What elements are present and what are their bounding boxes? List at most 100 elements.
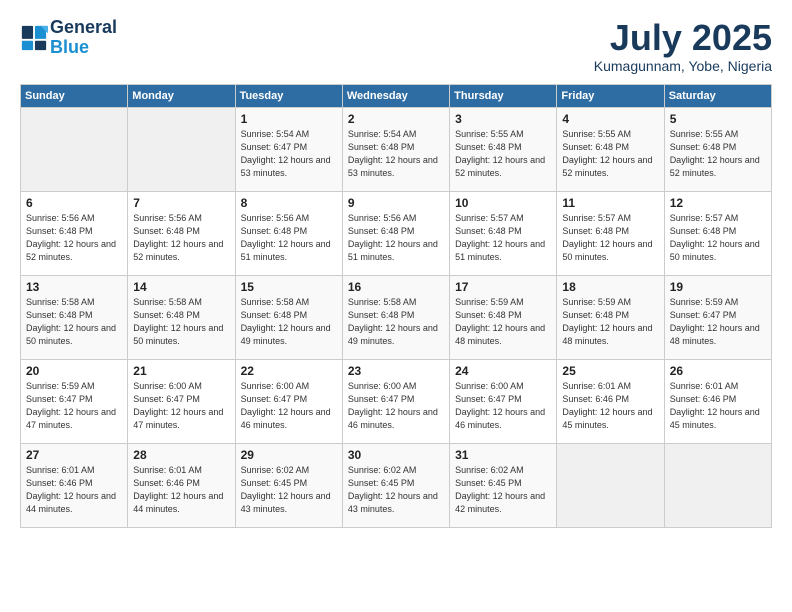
day-info: Sunrise: 5:59 AMSunset: 6:47 PMDaylight:… [670,296,766,348]
month-title: July 2025 [594,18,772,58]
calendar-cell: 21 Sunrise: 6:00 AMSunset: 6:47 PMDaylig… [128,359,235,443]
day-info: Sunrise: 5:59 AMSunset: 6:47 PMDaylight:… [26,380,122,432]
header: General Blue July 2025 Kumagunnam, Yobe,… [20,18,772,74]
calendar-cell: 9 Sunrise: 5:56 AMSunset: 6:48 PMDayligh… [342,191,449,275]
week-row-2: 6 Sunrise: 5:56 AMSunset: 6:48 PMDayligh… [21,191,772,275]
calendar-cell [128,107,235,191]
calendar-cell: 8 Sunrise: 5:56 AMSunset: 6:48 PMDayligh… [235,191,342,275]
calendar-cell: 16 Sunrise: 5:58 AMSunset: 6:48 PMDaylig… [342,275,449,359]
day-number: 1 [241,112,337,126]
day-info: Sunrise: 6:01 AMSunset: 6:46 PMDaylight:… [670,380,766,432]
calendar-cell: 20 Sunrise: 5:59 AMSunset: 6:47 PMDaylig… [21,359,128,443]
day-number: 14 [133,280,229,294]
day-number: 19 [670,280,766,294]
page: General Blue July 2025 Kumagunnam, Yobe,… [0,0,792,612]
calendar-cell [664,443,771,527]
calendar-cell: 5 Sunrise: 5:55 AMSunset: 6:48 PMDayligh… [664,107,771,191]
logo-blue: Blue [50,38,117,58]
day-info: Sunrise: 5:57 AMSunset: 6:48 PMDaylight:… [670,212,766,264]
calendar-cell: 26 Sunrise: 6:01 AMSunset: 6:46 PMDaylig… [664,359,771,443]
calendar-cell: 6 Sunrise: 5:56 AMSunset: 6:48 PMDayligh… [21,191,128,275]
weekday-thursday: Thursday [450,84,557,107]
day-number: 17 [455,280,551,294]
week-row-5: 27 Sunrise: 6:01 AMSunset: 6:46 PMDaylig… [21,443,772,527]
weekday-wednesday: Wednesday [342,84,449,107]
day-number: 27 [26,448,122,462]
day-info: Sunrise: 5:59 AMSunset: 6:48 PMDaylight:… [562,296,658,348]
calendar-cell: 17 Sunrise: 5:59 AMSunset: 6:48 PMDaylig… [450,275,557,359]
day-info: Sunrise: 6:01 AMSunset: 6:46 PMDaylight:… [562,380,658,432]
day-number: 20 [26,364,122,378]
calendar-cell: 10 Sunrise: 5:57 AMSunset: 6:48 PMDaylig… [450,191,557,275]
calendar-cell: 14 Sunrise: 5:58 AMSunset: 6:48 PMDaylig… [128,275,235,359]
location-subtitle: Kumagunnam, Yobe, Nigeria [594,58,772,74]
day-number: 25 [562,364,658,378]
calendar-cell: 15 Sunrise: 5:58 AMSunset: 6:48 PMDaylig… [235,275,342,359]
day-number: 21 [133,364,229,378]
calendar-cell: 29 Sunrise: 6:02 AMSunset: 6:45 PMDaylig… [235,443,342,527]
day-info: Sunrise: 5:56 AMSunset: 6:48 PMDaylight:… [348,212,444,264]
day-number: 30 [348,448,444,462]
day-number: 18 [562,280,658,294]
calendar-cell: 28 Sunrise: 6:01 AMSunset: 6:46 PMDaylig… [128,443,235,527]
day-info: Sunrise: 6:02 AMSunset: 6:45 PMDaylight:… [348,464,444,516]
calendar-table: SundayMondayTuesdayWednesdayThursdayFrid… [20,84,772,528]
day-info: Sunrise: 5:54 AMSunset: 6:48 PMDaylight:… [348,128,444,180]
day-info: Sunrise: 6:01 AMSunset: 6:46 PMDaylight:… [133,464,229,516]
calendar-cell: 4 Sunrise: 5:55 AMSunset: 6:48 PMDayligh… [557,107,664,191]
weekday-saturday: Saturday [664,84,771,107]
day-info: Sunrise: 6:00 AMSunset: 6:47 PMDaylight:… [455,380,551,432]
calendar-cell: 30 Sunrise: 6:02 AMSunset: 6:45 PMDaylig… [342,443,449,527]
day-number: 12 [670,196,766,210]
weekday-tuesday: Tuesday [235,84,342,107]
calendar-cell: 27 Sunrise: 6:01 AMSunset: 6:46 PMDaylig… [21,443,128,527]
logo-icon [20,24,48,52]
title-block: July 2025 Kumagunnam, Yobe, Nigeria [594,18,772,74]
day-info: Sunrise: 5:54 AMSunset: 6:47 PMDaylight:… [241,128,337,180]
day-info: Sunrise: 5:57 AMSunset: 6:48 PMDaylight:… [562,212,658,264]
day-info: Sunrise: 5:58 AMSunset: 6:48 PMDaylight:… [133,296,229,348]
day-info: Sunrise: 5:56 AMSunset: 6:48 PMDaylight:… [241,212,337,264]
day-info: Sunrise: 5:56 AMSunset: 6:48 PMDaylight:… [26,212,122,264]
calendar-cell: 22 Sunrise: 6:00 AMSunset: 6:47 PMDaylig… [235,359,342,443]
day-info: Sunrise: 5:58 AMSunset: 6:48 PMDaylight:… [241,296,337,348]
day-number: 15 [241,280,337,294]
day-number: 23 [348,364,444,378]
calendar-cell: 3 Sunrise: 5:55 AMSunset: 6:48 PMDayligh… [450,107,557,191]
calendar-cell: 24 Sunrise: 6:00 AMSunset: 6:47 PMDaylig… [450,359,557,443]
day-info: Sunrise: 5:59 AMSunset: 6:48 PMDaylight:… [455,296,551,348]
calendar-cell: 19 Sunrise: 5:59 AMSunset: 6:47 PMDaylig… [664,275,771,359]
weekday-header-row: SundayMondayTuesdayWednesdayThursdayFrid… [21,84,772,107]
calendar-cell: 2 Sunrise: 5:54 AMSunset: 6:48 PMDayligh… [342,107,449,191]
day-number: 7 [133,196,229,210]
day-info: Sunrise: 5:58 AMSunset: 6:48 PMDaylight:… [26,296,122,348]
day-number: 8 [241,196,337,210]
day-number: 13 [26,280,122,294]
weekday-friday: Friday [557,84,664,107]
day-number: 5 [670,112,766,126]
day-info: Sunrise: 5:56 AMSunset: 6:48 PMDaylight:… [133,212,229,264]
day-number: 6 [26,196,122,210]
day-info: Sunrise: 5:55 AMSunset: 6:48 PMDaylight:… [670,128,766,180]
day-info: Sunrise: 5:57 AMSunset: 6:48 PMDaylight:… [455,212,551,264]
day-info: Sunrise: 6:02 AMSunset: 6:45 PMDaylight:… [241,464,337,516]
week-row-1: 1 Sunrise: 5:54 AMSunset: 6:47 PMDayligh… [21,107,772,191]
day-info: Sunrise: 6:02 AMSunset: 6:45 PMDaylight:… [455,464,551,516]
day-number: 28 [133,448,229,462]
day-info: Sunrise: 5:55 AMSunset: 6:48 PMDaylight:… [562,128,658,180]
calendar-cell [557,443,664,527]
day-info: Sunrise: 6:00 AMSunset: 6:47 PMDaylight:… [241,380,337,432]
weekday-sunday: Sunday [21,84,128,107]
day-number: 29 [241,448,337,462]
calendar-cell [21,107,128,191]
week-row-3: 13 Sunrise: 5:58 AMSunset: 6:48 PMDaylig… [21,275,772,359]
calendar-cell: 1 Sunrise: 5:54 AMSunset: 6:47 PMDayligh… [235,107,342,191]
calendar-cell: 31 Sunrise: 6:02 AMSunset: 6:45 PMDaylig… [450,443,557,527]
logo-general: General [50,18,117,38]
day-info: Sunrise: 5:55 AMSunset: 6:48 PMDaylight:… [455,128,551,180]
calendar-cell: 23 Sunrise: 6:00 AMSunset: 6:47 PMDaylig… [342,359,449,443]
day-number: 11 [562,196,658,210]
day-info: Sunrise: 6:01 AMSunset: 6:46 PMDaylight:… [26,464,122,516]
day-number: 16 [348,280,444,294]
calendar-cell: 13 Sunrise: 5:58 AMSunset: 6:48 PMDaylig… [21,275,128,359]
